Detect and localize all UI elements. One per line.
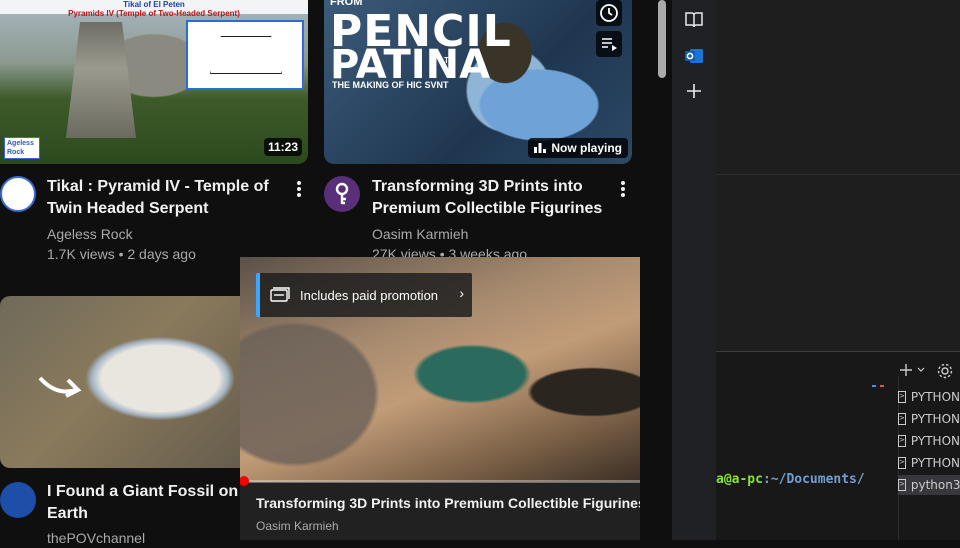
miniplayer[interactable]: Includes paid promotion › Transforming 3… [240, 257, 640, 540]
video-stats: 1.7K views • 2 days ago [47, 246, 196, 262]
divider [716, 174, 960, 175]
watch-later-icon[interactable] [596, 0, 622, 26]
outlook-icon[interactable] [683, 45, 705, 67]
terminal-prompt: a@a-pc:~/Documents/ [716, 472, 865, 487]
thumbnail-subtitle: THE MAKING OF HIC SVNT [332, 80, 449, 90]
duration-badge: 11:23 [263, 138, 302, 156]
prompt-path: :~/Documents/ [762, 472, 865, 487]
miniplayer-channel[interactable]: Oasim Karmieh [256, 519, 339, 533]
browser-sidebar [672, 0, 716, 540]
title-line: Earth [47, 505, 88, 522]
more-options-icon[interactable] [297, 181, 301, 199]
thumbnail-header: Tikal of El Peten [123, 0, 185, 9]
channel-avatar[interactable] [324, 176, 360, 212]
title-line: Premium Collectible Figurines [372, 200, 603, 217]
progress-scrubber[interactable] [240, 476, 249, 486]
terminal-tab-label: PYTHON [910, 390, 960, 404]
terminal-icon: > [898, 457, 906, 469]
channel-avatar[interactable] [0, 482, 36, 518]
status-mark [880, 385, 884, 387]
terminal-tab[interactable]: > PYTHON [898, 431, 960, 451]
promotion-icon [270, 287, 290, 302]
title-line: Tikal : Pyramid IV - Temple of [47, 178, 269, 195]
progress-bar[interactable] [240, 476, 640, 486]
video-title-1[interactable]: Tikal : Pyramid IV - Temple of Twin Head… [47, 176, 269, 220]
terminal-tab[interactable]: > PYTHON [898, 453, 960, 473]
add-icon[interactable] [683, 80, 705, 102]
terminal-tab-active[interactable]: > python3 [898, 475, 960, 495]
channel-name[interactable]: thePOVchannel [47, 528, 145, 548]
pyramid-diagram [186, 20, 304, 90]
terminal-tab[interactable]: > PYTHON [898, 409, 960, 429]
video-title-2[interactable]: Transforming 3D Prints into Premium Coll… [372, 176, 602, 220]
page-scrollbar[interactable] [658, 0, 666, 78]
channel-avatar[interactable] [0, 176, 36, 212]
terminal-icon: > [898, 479, 906, 491]
arrow-icon [38, 376, 82, 398]
chevron-down-icon [917, 367, 925, 372]
terminal-settings-icon[interactable] [936, 362, 954, 385]
now-playing-badge: Now playing [528, 138, 628, 158]
channel-name[interactable]: Ageless Rock [47, 224, 133, 244]
title-line: Transforming 3D Prints into [372, 178, 583, 195]
equalizer-icon [534, 143, 547, 153]
reading-list-icon[interactable] [683, 9, 705, 31]
key-icon [335, 182, 349, 205]
title-line: I Found a Giant Fossil on Go [47, 483, 265, 500]
pyramid-image [66, 22, 136, 138]
terminal-tab[interactable]: > PYTHON [898, 387, 960, 407]
video-thumbnail-2[interactable]: FROM PENCIL PATINA TO THE MAKING OF HIC … [324, 0, 632, 164]
terminal-tab-label: PYTHON [910, 434, 960, 448]
paid-promotion-label: Includes paid promotion [300, 287, 439, 303]
video-thumbnail-1[interactable]: Tikal of El Peten Pyramids IV (Temple of… [0, 0, 308, 164]
miniplayer-title[interactable]: Transforming 3D Prints into Premium Coll… [256, 495, 640, 511]
add-to-queue-icon[interactable] [596, 31, 622, 57]
channel-name[interactable]: Oasim Karmieh [372, 224, 468, 244]
now-playing-label: Now playing [551, 141, 622, 155]
terminal-icon: > [898, 391, 906, 403]
video-title-3[interactable]: I Found a Giant Fossil on Go Earth [47, 481, 265, 525]
chevron-right-icon: › [459, 285, 464, 301]
channel-watermark: Ageless Rock [4, 137, 40, 159]
terminal-tab-label: python3 [910, 478, 960, 492]
miniplayer-video[interactable]: Includes paid promotion › [240, 257, 640, 482]
terminal-icon: > [898, 435, 906, 447]
title-line: Twin Headed Serpent [47, 200, 209, 217]
more-options-icon[interactable] [621, 181, 625, 199]
terminal-tab-label: PYTHON [910, 412, 960, 426]
thumbnail-subheader: Pyramids IV (Temple of Two-Headed Serpen… [68, 9, 240, 18]
thumbnail-to: TO [444, 56, 455, 65]
prompt-user: a@a-pc [716, 472, 763, 487]
new-terminal-button[interactable] [898, 362, 926, 378]
editor-window: > PYTHON > PYTHON > PYTHON > PYTHON > python3… [716, 0, 960, 540]
plus-icon [900, 364, 912, 376]
status-mark [872, 385, 876, 387]
paid-promotion-banner[interactable]: Includes paid promotion › [256, 273, 472, 317]
terminal-icon: > [898, 413, 906, 425]
terminal-tab-label: PYTHON [910, 456, 960, 470]
